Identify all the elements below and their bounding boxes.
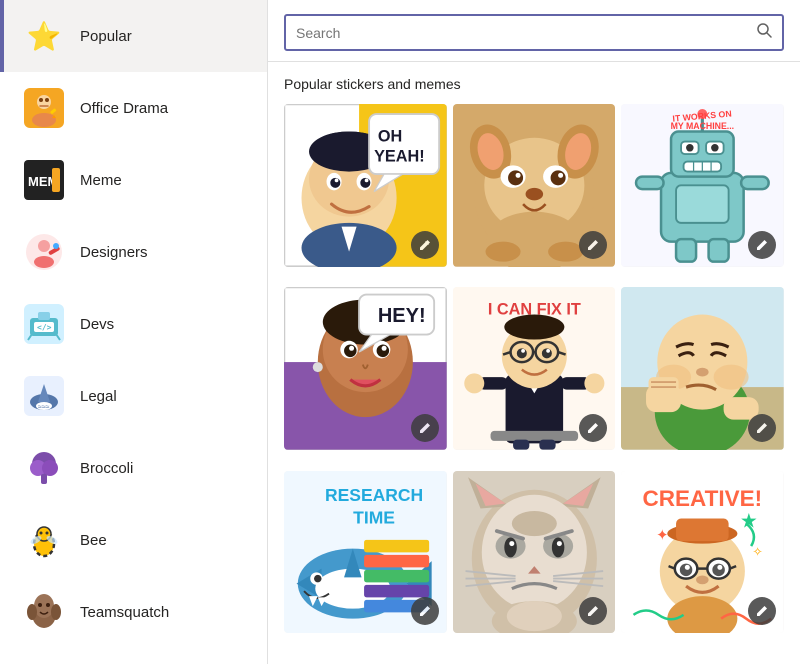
sidebar-label-devs: Devs (80, 316, 114, 333)
sticker-doge[interactable] (453, 104, 616, 267)
office-drama-icon (22, 86, 66, 130)
sticker-edit-btn-doge[interactable] (579, 231, 607, 259)
search-input[interactable] (296, 25, 756, 41)
sticker-creative[interactable]: CREATIVE! ★ ✦ ✧ (621, 471, 784, 634)
section-title: Popular stickers and memes (268, 62, 800, 100)
designers-icon (22, 230, 66, 274)
popular-icon: ⭐ (22, 14, 66, 58)
sidebar-item-bee[interactable]: Bee (0, 504, 267, 576)
sticker-success-kid[interactable] (621, 287, 784, 450)
sidebar-item-calamity-bert[interactable]: Calamity Bert (0, 648, 267, 664)
sticker-edit-btn-hey[interactable] (411, 414, 439, 442)
svg-text:</>: </> (37, 323, 52, 332)
svg-text:RESEARCH: RESEARCH (325, 485, 423, 505)
sticker-edit-btn-research-time[interactable] (411, 597, 439, 625)
sidebar-item-devs[interactable]: </> Devs (0, 288, 267, 360)
sidebar-label-broccoli: Broccoli (80, 460, 133, 477)
search-icon (756, 22, 772, 43)
sticker-fix-it[interactable]: I CAN FIX IT (453, 287, 616, 450)
sticker-edit-btn-success-kid[interactable] (748, 414, 776, 442)
legal-icon: ≈≈≈ (22, 374, 66, 418)
svg-text:✦: ✦ (656, 526, 669, 543)
sticker-oh-yeah[interactable]: OH YEAH! (284, 104, 447, 267)
sidebar-item-designers[interactable]: Designers (0, 216, 267, 288)
sidebar-item-legal[interactable]: ≈≈≈ Legal (0, 360, 267, 432)
sidebar-label-office-drama: Office Drama (80, 100, 168, 117)
sticker-hey[interactable]: HEY! (284, 287, 447, 450)
sticker-grid: OH YEAH! (268, 100, 800, 664)
sidebar: ⭐ Popular Office Drama MEM (0, 0, 268, 664)
bee-icon (22, 518, 66, 562)
svg-text:HEY!: HEY! (378, 305, 426, 327)
sidebar-item-office-drama[interactable]: Office Drama (0, 72, 267, 144)
svg-text:✧: ✧ (753, 545, 764, 559)
svg-text:TIME: TIME (353, 507, 395, 527)
sidebar-label-bee: Bee (80, 532, 107, 549)
sticker-edit-btn-oh-yeah[interactable] (411, 231, 439, 259)
svg-text:≈≈≈: ≈≈≈ (38, 404, 50, 411)
sidebar-item-teamsquatch[interactable]: Teamsquatch (0, 576, 267, 648)
sidebar-item-broccoli[interactable]: Broccoli (0, 432, 267, 504)
search-bar-container (268, 0, 800, 62)
sticker-it-works[interactable]: IT WORKS ON MY MACHINE... (621, 104, 784, 267)
svg-text:★: ★ (740, 510, 758, 532)
sidebar-label-meme: Meme (80, 172, 122, 189)
svg-text:YEAH!: YEAH! (374, 148, 425, 166)
sidebar-label-designers: Designers (80, 244, 148, 261)
sticker-grumpy-cat[interactable] (453, 471, 616, 634)
svg-text:MY MACHINE...: MY MACHINE... (671, 121, 735, 131)
devs-icon: </> (22, 302, 66, 346)
svg-text:CREATIVE!: CREATIVE! (643, 486, 763, 511)
sidebar-label-popular: Popular (80, 28, 132, 45)
sticker-research-time[interactable]: RESEARCH TIME (284, 471, 447, 634)
search-bar (284, 14, 784, 51)
sidebar-label-teamsquatch: Teamsquatch (80, 604, 169, 621)
broccoli-icon (22, 446, 66, 490)
sticker-edit-btn-it-works[interactable] (748, 231, 776, 259)
teamsquatch-icon (22, 590, 66, 634)
sidebar-item-popular[interactable]: ⭐ Popular (0, 0, 267, 72)
main-content: Popular stickers and memes (268, 0, 800, 664)
svg-text:OH: OH (378, 128, 402, 146)
sidebar-item-meme[interactable]: MEM Meme (0, 144, 267, 216)
sidebar-label-legal: Legal (80, 388, 117, 405)
meme-icon: MEM (22, 158, 66, 202)
